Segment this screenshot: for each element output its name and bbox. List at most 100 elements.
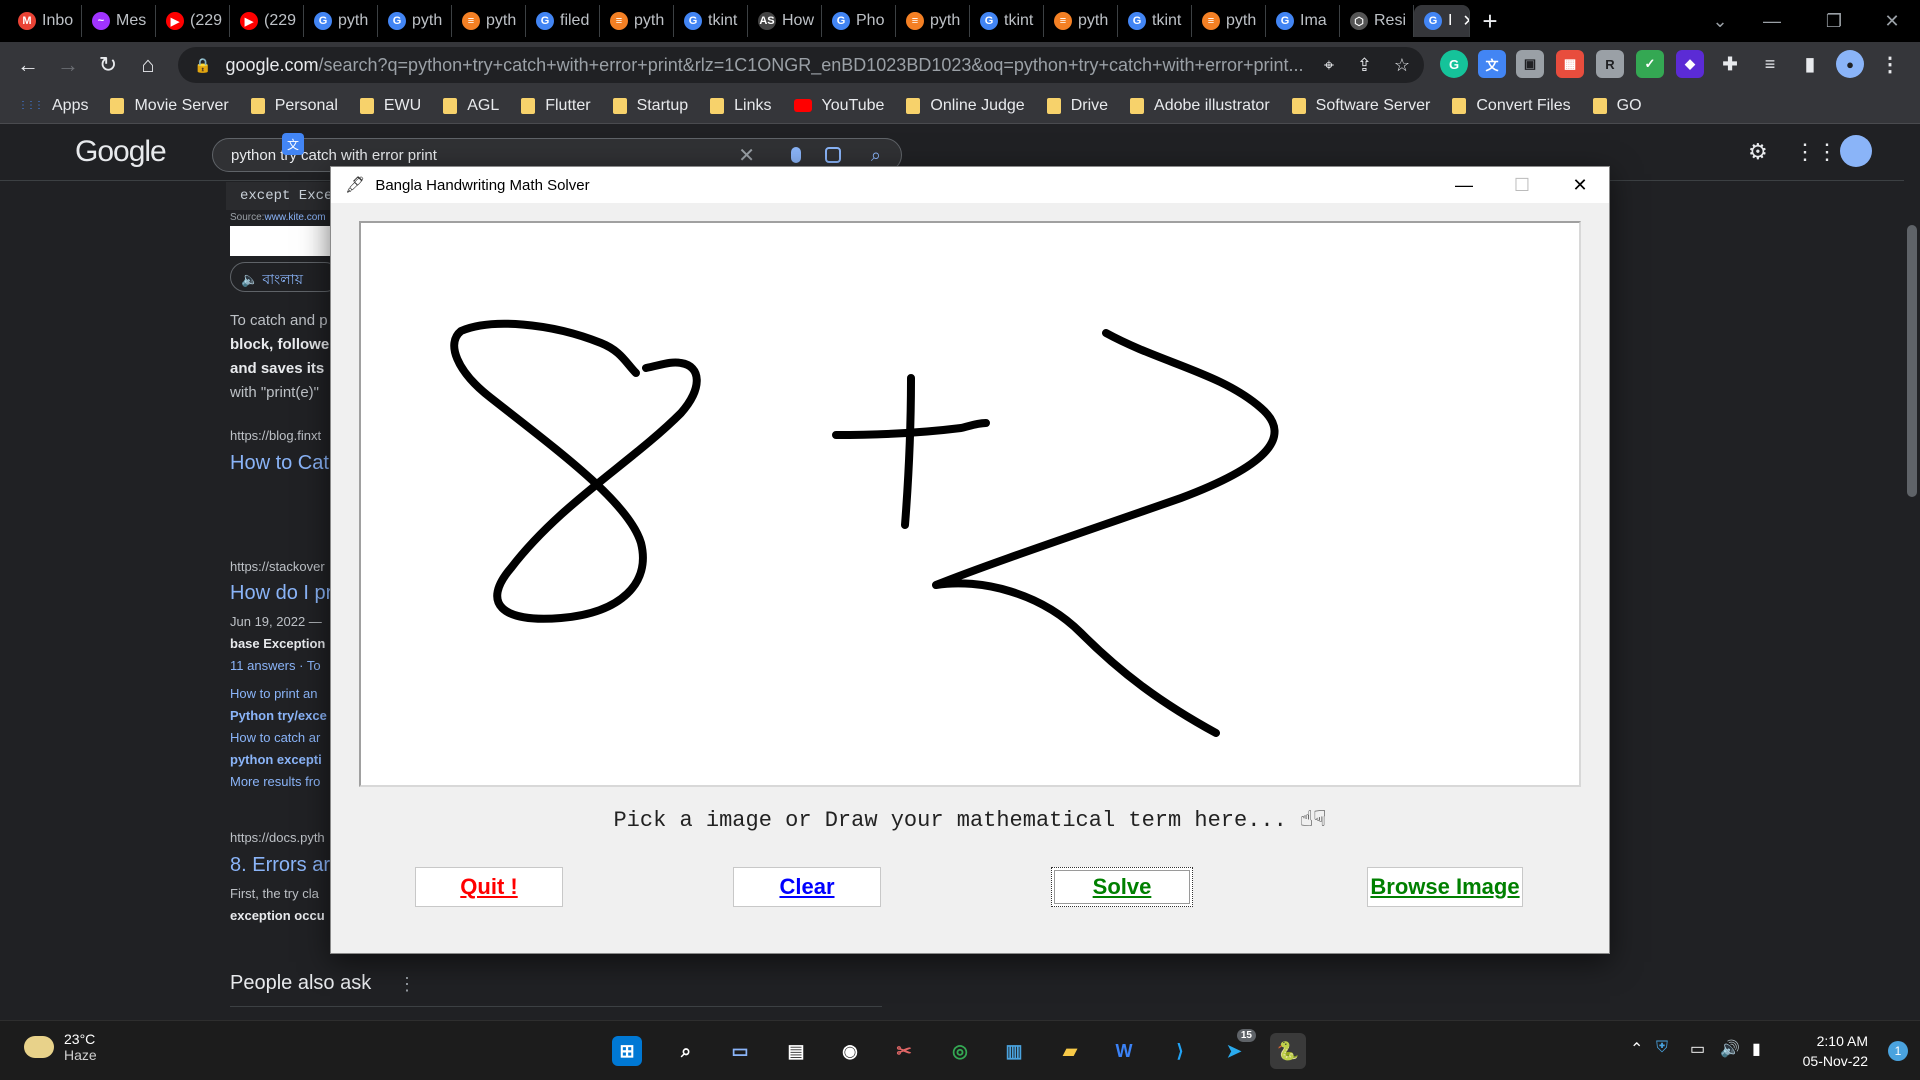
bookmark-youtube[interactable]: YouTube xyxy=(793,97,884,115)
related-link[interactable]: How to print an xyxy=(230,686,317,701)
terminal-icon[interactable]: ▤ xyxy=(778,1033,814,1069)
lens-search-icon[interactable] xyxy=(825,147,841,163)
close-window-button[interactable]: ✕ xyxy=(1864,0,1920,42)
browser-tab[interactable]: Gtkint xyxy=(970,5,1044,37)
browser-tab[interactable]: ≡ pyth xyxy=(1192,5,1266,37)
scrollbar-thumb[interactable] xyxy=(1907,225,1917,497)
result-answers[interactable]: 11 answers · To xyxy=(230,658,321,673)
browse-image-button[interactable]: Browse Image xyxy=(1367,867,1523,907)
browser-tab[interactable]: ≡ pyth xyxy=(1044,5,1118,37)
minimize-button[interactable]: — xyxy=(1435,167,1493,203)
side-panel-icon[interactable]: ▮ xyxy=(1796,50,1824,78)
location-pin-icon[interactable]: ⌖ xyxy=(1324,55,1334,76)
browser-tab[interactable]: Gpyth xyxy=(378,5,452,37)
search-icon[interactable]: ⌕ xyxy=(871,145,881,166)
result-title[interactable]: How to Cat xyxy=(230,452,329,475)
battery-icon[interactable]: ▮ xyxy=(1752,1039,1761,1059)
browser-tab[interactable]: Gtkint xyxy=(1118,5,1192,37)
window-titlebar[interactable]: 🖋 Bangla Handwriting Math Solver xyxy=(331,167,1609,203)
browser-tab[interactable]: ≡ pyth xyxy=(896,5,970,37)
vscode-icon[interactable]: ⟩ xyxy=(1162,1033,1198,1069)
google-apps-grid-icon[interactable]: ⋮⋮ xyxy=(1794,139,1838,165)
system-clock[interactable]: 2:10 AM 05-Nov-22 xyxy=(1803,1031,1868,1071)
bookmark-star-icon[interactable]: ☆ xyxy=(1394,55,1410,76)
address-bar[interactable]: 🔒 google.com/search?q=python+try+catch+w… xyxy=(178,47,1424,83)
solve-button[interactable]: Solve xyxy=(1051,867,1193,907)
result-title[interactable]: How do I pr xyxy=(230,582,332,605)
related-link[interactable]: Python try/exce xyxy=(230,708,327,723)
bookmark-personal[interactable]: Personal xyxy=(250,97,338,115)
page-scrollbar[interactable] xyxy=(1904,125,1920,1020)
share-icon[interactable]: ⇪ xyxy=(1357,55,1372,76)
notification-badge[interactable]: 1 xyxy=(1888,1041,1908,1061)
close-button[interactable]: ✕ xyxy=(1551,167,1609,203)
bookmark-links[interactable]: Links xyxy=(710,97,772,115)
grammarly-icon[interactable]: G xyxy=(1440,50,1468,78)
close-tab-icon[interactable]: ✕ xyxy=(1462,11,1469,31)
home-icon[interactable]: ⌂ xyxy=(128,45,168,85)
word-app-icon[interactable]: W xyxy=(1106,1033,1142,1069)
search-icon[interactable]: ⌕ xyxy=(668,1033,704,1069)
reader-extension-icon[interactable]: R xyxy=(1596,50,1624,78)
python-app-icon[interactable]: 🐍 xyxy=(1270,1033,1306,1069)
snipping-tool-icon[interactable]: ✂ xyxy=(886,1033,922,1069)
more-options-icon[interactable]: ⋮ xyxy=(398,974,416,995)
new-tab-button[interactable]: + xyxy=(1470,5,1510,37)
chrome-menu-icon[interactable]: ⋮ xyxy=(1876,50,1904,78)
listen-button[interactable]: 🔈 বাংলায় xyxy=(230,262,340,292)
github-desktop-icon[interactable]: ◉ xyxy=(832,1033,868,1069)
browser-tab[interactable]: G Pho xyxy=(822,5,896,37)
bookmark-startup[interactable]: Startup xyxy=(612,97,688,115)
tab-search-icon[interactable]: ⌄ xyxy=(1692,0,1748,42)
maximize-button[interactable]: ☐ xyxy=(1493,167,1551,203)
profile-avatar[interactable]: ● xyxy=(1836,50,1864,78)
active-browser-tab[interactable]: GI ✕ xyxy=(1414,5,1470,37)
bookmark-adobe-illustrator[interactable]: Adobe illustrator xyxy=(1130,97,1270,115)
bookmark-agl[interactable]: AGL xyxy=(443,97,499,115)
volume-icon[interactable]: 🔊 xyxy=(1720,1039,1740,1059)
bookmark-go[interactable]: GO xyxy=(1592,97,1642,115)
browser-tab[interactable]: Gfiled xyxy=(526,5,600,37)
bookmark-software-server[interactable]: Software Server xyxy=(1291,97,1430,115)
media-controls-icon[interactable]: ≡ xyxy=(1756,50,1784,78)
network-icon[interactable]: ▭ xyxy=(1690,1039,1705,1059)
reload-icon[interactable]: ↻ xyxy=(88,45,128,85)
account-avatar[interactable] xyxy=(1840,135,1872,167)
related-link[interactable]: More results fro xyxy=(230,774,320,789)
related-link[interactable]: python excepti xyxy=(230,752,322,767)
color-picker-extension-icon[interactable]: ▦ xyxy=(1556,50,1584,78)
browser-tab[interactable]: AS How xyxy=(748,5,822,37)
file-explorer-icon[interactable]: ▰ xyxy=(1052,1033,1088,1069)
bookmark-ewu[interactable]: EWU xyxy=(359,97,421,115)
chrome-icon[interactable]: ◎ xyxy=(942,1033,978,1069)
browser-tab[interactable]: ▶ (229 xyxy=(230,5,304,37)
shield-extension-icon[interactable]: ✓ xyxy=(1636,50,1664,78)
source-link[interactable]: www.kite.com xyxy=(264,212,325,223)
back-arrow-icon[interactable]: ← xyxy=(8,45,48,85)
bookmark-drive[interactable]: Drive xyxy=(1046,97,1108,115)
bookmark-convert-files[interactable]: Convert Files xyxy=(1452,97,1571,115)
browser-tab[interactable]: M Inbo xyxy=(8,5,82,37)
vpn-extension-icon[interactable]: ◆ xyxy=(1676,50,1704,78)
minimize-window-button[interactable]: — xyxy=(1744,0,1800,42)
defender-shield-icon[interactable]: ⛨ xyxy=(1656,1039,1668,1057)
clear-button[interactable]: Clear xyxy=(733,867,881,907)
clear-search-icon[interactable]: ✕ xyxy=(738,143,755,168)
weather-widget[interactable]: 23°C Haze xyxy=(24,1031,97,1063)
task-manager-icon[interactable]: ▭ xyxy=(722,1033,758,1069)
restore-window-button[interactable]: ❐ xyxy=(1806,0,1862,42)
puzzle-extensions-icon[interactable]: ✚ xyxy=(1716,50,1744,78)
browser-tab[interactable]: ~ Mes xyxy=(82,5,156,37)
browser-tab[interactable]: ≡ pyth xyxy=(452,5,526,37)
translate-extension-icon[interactable]: 文 xyxy=(1478,50,1506,78)
bookmark-apps[interactable]: ⋮⋮⋮ Apps xyxy=(18,97,88,115)
quit-button[interactable]: Quit ! xyxy=(415,867,563,907)
extension-icon[interactable]: ▣ xyxy=(1516,50,1544,78)
browser-tab[interactable]: ▶ (229 xyxy=(156,5,230,37)
result-title[interactable]: 8. Errors ar xyxy=(230,854,330,877)
browser-tab[interactable]: Gpyth xyxy=(304,5,378,37)
translate-popup-icon[interactable]: 文 xyxy=(282,133,304,155)
settings-gear-icon[interactable]: ⚙ xyxy=(1748,139,1768,165)
voice-search-icon[interactable] xyxy=(791,147,801,163)
bookmark-movie-server[interactable]: Movie Server xyxy=(110,97,229,115)
